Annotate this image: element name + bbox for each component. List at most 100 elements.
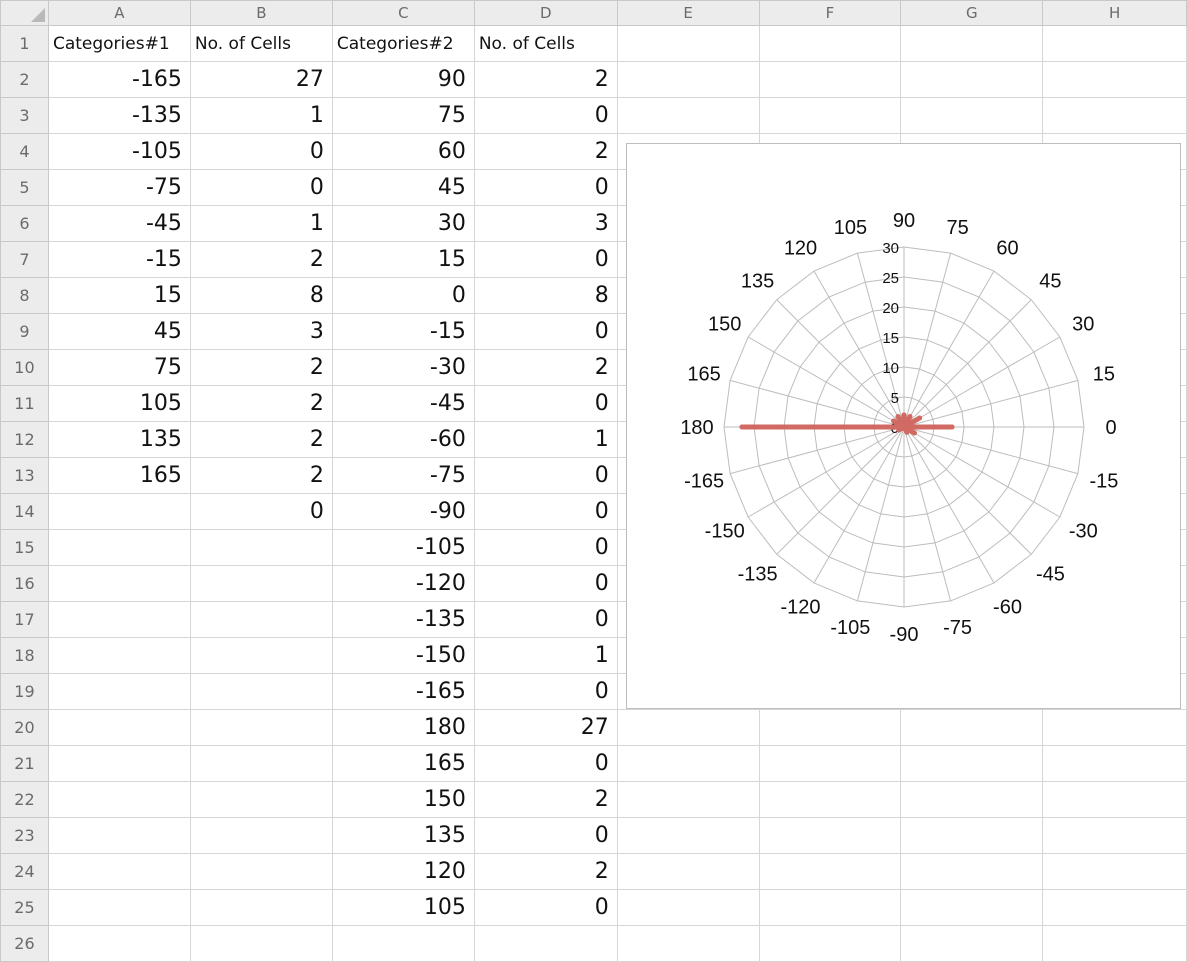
cell-h2[interactable] <box>1042 61 1187 98</box>
cell-b16[interactable] <box>189 565 333 602</box>
cell-c9[interactable]: -15 <box>331 313 475 350</box>
row-header[interactable]: 26 <box>0 925 49 962</box>
cell-f23[interactable] <box>758 817 902 854</box>
cell-h1[interactable] <box>1042 25 1187 62</box>
cell-g3[interactable] <box>900 97 1044 134</box>
cell-g24[interactable] <box>900 853 1044 890</box>
cell-b24[interactable] <box>189 853 333 890</box>
cell-a5[interactable]: -75 <box>47 169 191 206</box>
cell-e20[interactable] <box>616 709 760 746</box>
row-header[interactable]: 18 <box>0 637 49 674</box>
cell-a16[interactable] <box>47 565 191 602</box>
row-header[interactable]: 14 <box>0 493 49 530</box>
cell-d8[interactable]: 8 <box>473 277 618 314</box>
cell-e25[interactable] <box>616 889 760 926</box>
cell-d26[interactable] <box>473 925 618 962</box>
cell-a3[interactable]: -135 <box>47 97 191 134</box>
cell-e3[interactable] <box>616 97 760 134</box>
cell-d14[interactable]: 0 <box>473 493 618 530</box>
column-header-b[interactable]: B <box>189 0 333 26</box>
cell-g25[interactable] <box>900 889 1044 926</box>
cell-a11[interactable]: 105 <box>47 385 191 422</box>
radar-chart[interactable]: 90 75 60 45 30 15 0 -15 -30 -45 -60 -75 -90 -105 -120-… <box>626 143 1181 709</box>
cell-g26[interactable] <box>900 925 1044 962</box>
cell-c17[interactable]: -135 <box>331 601 475 638</box>
cell-a2[interactable]: -165 <box>47 61 191 98</box>
row-header[interactable]: 4 <box>0 133 49 170</box>
cell-b18[interactable] <box>189 637 333 674</box>
cell-c3[interactable]: 75 <box>331 97 475 134</box>
cell-d7[interactable]: 0 <box>473 241 618 278</box>
cell-d6[interactable]: 3 <box>473 205 618 242</box>
cell-d18[interactable]: 1 <box>473 637 618 674</box>
cell-b7[interactable]: 2 <box>189 241 333 278</box>
cell-c4[interactable]: 60 <box>331 133 475 170</box>
cell-d9[interactable]: 0 <box>473 313 618 350</box>
cell-g21[interactable] <box>900 745 1044 782</box>
cell-d24[interactable]: 2 <box>473 853 618 890</box>
cell-a21[interactable] <box>47 745 191 782</box>
cell-d19[interactable]: 0 <box>473 673 618 710</box>
cell-g23[interactable] <box>900 817 1044 854</box>
cell-g20[interactable] <box>900 709 1044 746</box>
row-header[interactable]: 3 <box>0 97 49 134</box>
row-header[interactable]: 1 <box>0 25 49 62</box>
cell-d22[interactable]: 2 <box>473 781 618 818</box>
cell-e26[interactable] <box>616 925 760 962</box>
row-header[interactable]: 20 <box>0 709 49 746</box>
cell-b6[interactable]: 1 <box>189 205 333 242</box>
cell-d13[interactable]: 0 <box>473 457 618 494</box>
cell-a1[interactable]: Categories#1 <box>47 25 191 62</box>
cell-c10[interactable]: -30 <box>331 349 475 386</box>
cell-f3[interactable] <box>758 97 902 134</box>
cell-b9[interactable]: 3 <box>189 313 333 350</box>
row-header[interactable]: 2 <box>0 61 49 98</box>
cell-d12[interactable]: 1 <box>473 421 618 458</box>
cell-f20[interactable] <box>758 709 902 746</box>
cell-d3[interactable]: 0 <box>473 97 618 134</box>
cell-b26[interactable] <box>189 925 333 962</box>
cell-a7[interactable]: -15 <box>47 241 191 278</box>
cell-c16[interactable]: -120 <box>331 565 475 602</box>
cell-b23[interactable] <box>189 817 333 854</box>
cell-c15[interactable]: -105 <box>331 529 475 566</box>
cell-a24[interactable] <box>47 853 191 890</box>
cell-a19[interactable] <box>47 673 191 710</box>
cell-f25[interactable] <box>758 889 902 926</box>
cell-c12[interactable]: -60 <box>331 421 475 458</box>
row-header[interactable]: 17 <box>0 601 49 638</box>
cell-e24[interactable] <box>616 853 760 890</box>
cell-f21[interactable] <box>758 745 902 782</box>
column-header-f[interactable]: F <box>758 0 902 26</box>
row-header[interactable]: 11 <box>0 385 49 422</box>
cell-h23[interactable] <box>1042 817 1187 854</box>
cell-c21[interactable]: 165 <box>331 745 475 782</box>
cell-c13[interactable]: -75 <box>331 457 475 494</box>
cell-d17[interactable]: 0 <box>473 601 618 638</box>
cell-e22[interactable] <box>616 781 760 818</box>
column-header-c[interactable]: C <box>331 0 475 26</box>
cell-g2[interactable] <box>900 61 1044 98</box>
row-header[interactable]: 13 <box>0 457 49 494</box>
cell-h21[interactable] <box>1042 745 1187 782</box>
cell-d25[interactable]: 0 <box>473 889 618 926</box>
cell-b20[interactable] <box>189 709 333 746</box>
cell-c14[interactable]: -90 <box>331 493 475 530</box>
cell-d5[interactable]: 0 <box>473 169 618 206</box>
cell-a15[interactable] <box>47 529 191 566</box>
cell-c11[interactable]: -45 <box>331 385 475 422</box>
cell-d11[interactable]: 0 <box>473 385 618 422</box>
cell-f26[interactable] <box>758 925 902 962</box>
cell-c5[interactable]: 45 <box>331 169 475 206</box>
cell-h24[interactable] <box>1042 853 1187 890</box>
cell-c18[interactable]: -150 <box>331 637 475 674</box>
cell-h3[interactable] <box>1042 97 1187 134</box>
cell-d20[interactable]: 27 <box>473 709 618 746</box>
cell-f1[interactable] <box>758 25 902 62</box>
row-header[interactable]: 21 <box>0 745 49 782</box>
cell-a8[interactable]: 15 <box>47 277 191 314</box>
cell-c20[interactable]: 180 <box>331 709 475 746</box>
cell-b4[interactable]: 0 <box>189 133 333 170</box>
cell-b15[interactable] <box>189 529 333 566</box>
cell-d1[interactable]: No. of Cells <box>473 25 618 62</box>
